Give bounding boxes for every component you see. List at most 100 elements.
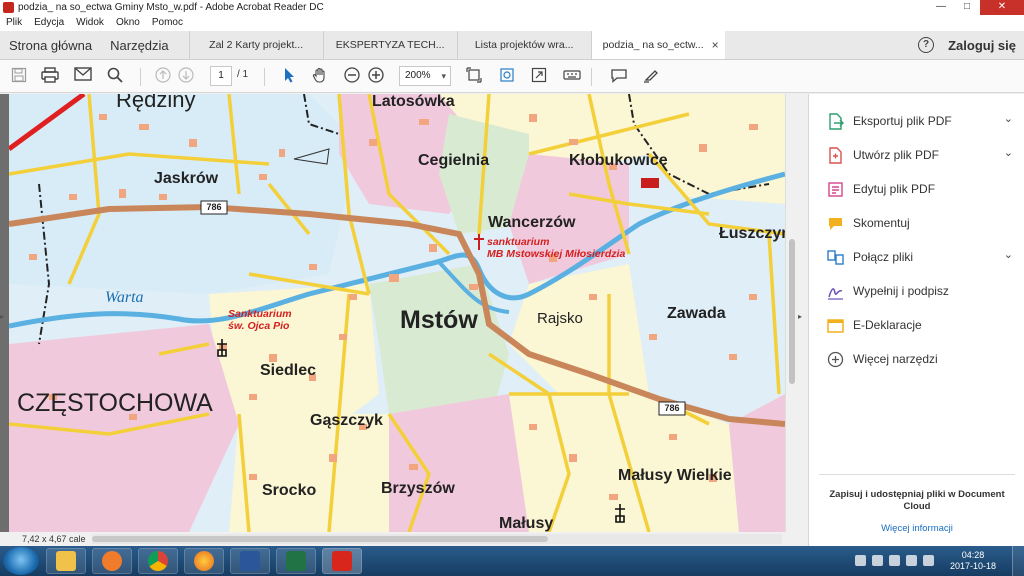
menu-view[interactable]: Widok xyxy=(70,15,110,31)
sanctuary-label: sanktuarium MB Mstowskiej Miłosierdzia xyxy=(487,236,625,260)
tool-fill-sign[interactable]: Wypełnij i podpisz xyxy=(827,280,1017,302)
chevron-down-icon[interactable]: ⌄ xyxy=(1004,112,1013,125)
tray-network-icon[interactable] xyxy=(872,555,883,566)
app-glyph xyxy=(148,551,168,571)
place-label: Łuszczyn xyxy=(719,225,785,242)
chevron-down-icon[interactable]: ⌄ xyxy=(1004,146,1013,159)
help-icon[interactable]: ? xyxy=(918,37,935,53)
menu-file[interactable]: Plik xyxy=(0,15,28,31)
rotate-view-icon[interactable] xyxy=(498,67,516,85)
email-icon[interactable] xyxy=(74,67,92,85)
zoom-in-icon[interactable] xyxy=(367,67,385,85)
comment-icon xyxy=(827,215,844,232)
collapse-right-panel-icon[interactable]: ▸ xyxy=(798,312,807,326)
tool-comment[interactable]: Skomentuj xyxy=(827,212,1017,234)
export-pdf-icon xyxy=(827,112,844,130)
toolbar-separator xyxy=(264,68,265,86)
tool-label: Edytuj plik PDF xyxy=(853,182,936,196)
tray-signal-icon[interactable] xyxy=(906,555,917,566)
tab-bar: Strona główna Narzędzia Zal 2 Karty proj… xyxy=(0,31,1024,60)
app-glyph xyxy=(332,551,352,571)
tray-arrow-icon[interactable] xyxy=(855,555,866,566)
tool-label: Wypełnij i podpisz xyxy=(853,284,949,298)
tool-e-declaration[interactable]: E-Deklaracje xyxy=(827,314,1017,336)
explorer-icon[interactable] xyxy=(46,548,86,574)
system-tray xyxy=(855,555,934,566)
document-tab[interactable]: EKSPERTYZA TECH... xyxy=(322,31,457,59)
minimize-icon[interactable]: — xyxy=(928,0,954,15)
select-tool-icon[interactable] xyxy=(280,67,298,85)
menu-edit[interactable]: Edycja xyxy=(28,15,70,31)
tool-label: Więcej narzędzi xyxy=(853,352,938,366)
promo-text: Zapisuj i udostępniaj pliki w Document C… xyxy=(829,489,1005,512)
firefox-icon[interactable] xyxy=(184,548,224,574)
tab-bar-right: ? Zaloguj się xyxy=(918,31,1024,59)
tool-export-pdf[interactable]: Eksportuj plik PDF ⌄ xyxy=(827,110,1017,132)
search-icon[interactable] xyxy=(106,67,124,85)
word-icon[interactable] xyxy=(230,548,270,574)
collapse-left-panel-icon[interactable]: ▸ xyxy=(0,312,9,326)
place-label: CZĘSTOCHOWA xyxy=(17,389,213,417)
menu-bar: Plik Edycja Widok Okno Pomoc xyxy=(0,15,1024,31)
tray-volume-icon[interactable] xyxy=(923,555,934,566)
comment-icon[interactable] xyxy=(610,67,628,85)
horizontal-scrollbar[interactable] xyxy=(92,534,782,544)
previous-page-icon[interactable] xyxy=(154,67,172,85)
page-count: / 1 xyxy=(237,69,249,80)
place-label: Srocko xyxy=(262,482,317,499)
tool-label: Eksportuj plik PDF xyxy=(853,114,952,128)
highlight-pen-icon[interactable] xyxy=(642,67,660,85)
zoom-select[interactable]: 200% xyxy=(399,66,451,86)
save-icon[interactable] xyxy=(10,67,28,85)
document-tab-label: podzia_ na so_ectw... xyxy=(602,39,704,51)
next-page-icon[interactable] xyxy=(177,67,195,85)
start-button[interactable] xyxy=(3,547,39,575)
place-label: Małusy xyxy=(499,515,554,532)
tray-flag-icon[interactable] xyxy=(889,555,900,566)
full-screen-icon[interactable] xyxy=(530,67,548,85)
chevron-down-icon[interactable]: ⌄ xyxy=(1004,248,1013,261)
hand-tool-icon[interactable] xyxy=(311,67,329,85)
tool-more-tools[interactable]: Więcej narzędzi xyxy=(827,348,1017,370)
tab-home[interactable]: Strona główna xyxy=(0,31,101,59)
media-player-icon[interactable] xyxy=(92,548,132,574)
tab-tools[interactable]: Narzędzia xyxy=(101,31,189,59)
menu-help[interactable]: Pomoc xyxy=(146,15,189,31)
clock[interactable]: 04:28 2017-10-18 xyxy=(950,550,996,572)
show-desktop-button[interactable] xyxy=(1012,546,1024,576)
more-info-link[interactable]: Więcej informacji xyxy=(819,523,1015,534)
fit-page-icon[interactable] xyxy=(465,67,483,85)
document-viewer[interactable]: 786 786 Rędziny Latosówka Cegielnia Kłob… xyxy=(0,94,797,532)
tool-label: E-Deklaracje xyxy=(853,318,922,332)
place-label: Wancerzów xyxy=(488,214,576,231)
vertical-scrollbar[interactable] xyxy=(785,94,797,532)
tool-edit-pdf[interactable]: Edytuj plik PDF xyxy=(827,178,1017,200)
window-controls: — □ ✕ xyxy=(928,0,1024,15)
document-tab[interactable]: Zal 2 Karty projekt... xyxy=(188,31,323,59)
document-tab-active[interactable]: podzia_ na so_ectw... × xyxy=(590,31,725,59)
window-close-icon[interactable]: ✕ xyxy=(980,0,1024,15)
print-icon[interactable] xyxy=(41,67,59,85)
keyboard-icon[interactable] xyxy=(563,67,581,85)
document-tab[interactable]: Lista projektów wra... xyxy=(456,31,591,59)
toolbar-separator xyxy=(591,68,592,86)
acrobat-icon[interactable] xyxy=(322,548,362,574)
scrollbar-thumb[interactable] xyxy=(92,536,548,542)
page-dimensions: 7,42 x 4,67 cale xyxy=(22,534,86,544)
zoom-out-icon[interactable] xyxy=(343,67,361,85)
menu-window[interactable]: Okno xyxy=(110,15,146,31)
scrollbar-thumb[interactable] xyxy=(789,239,795,384)
taskbar: 04:28 2017-10-18 xyxy=(0,546,1024,576)
place-label: Gąszczyk xyxy=(310,412,383,429)
excel-icon[interactable] xyxy=(276,548,316,574)
tool-create-pdf[interactable]: Utwórz plik PDF ⌄ xyxy=(827,144,1017,166)
map-page[interactable]: 786 786 Rędziny Latosówka Cegielnia Kłob… xyxy=(9,94,785,532)
close-tab-icon[interactable]: × xyxy=(712,31,719,59)
page-number-input[interactable]: 1 xyxy=(210,66,232,86)
place-label: Cegielnia xyxy=(418,152,490,169)
place-label: Jaskrów xyxy=(154,170,219,187)
maximize-icon[interactable]: □ xyxy=(954,0,980,15)
chrome-icon[interactable] xyxy=(138,548,178,574)
login-button[interactable]: Zaloguj się xyxy=(948,38,1016,53)
tool-combine-files[interactable]: Połącz pliki ⌄ xyxy=(827,246,1017,268)
